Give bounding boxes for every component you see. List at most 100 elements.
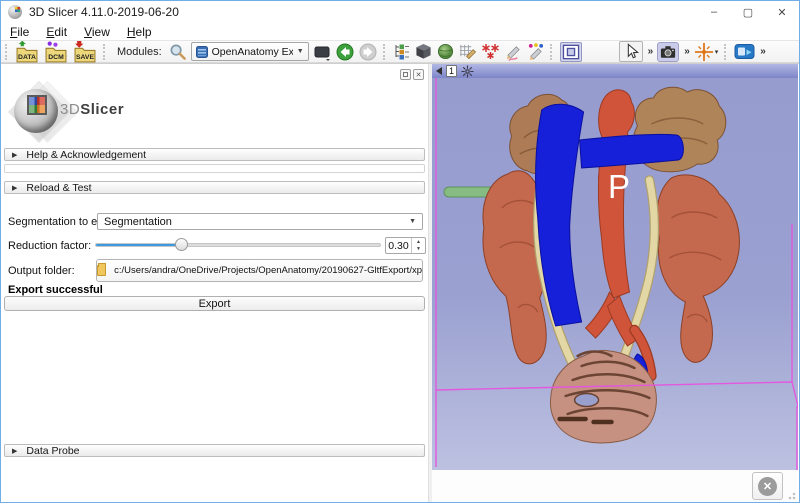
toolbar-grip[interactable] <box>5 43 9 60</box>
slicer-logo-cube <box>27 95 47 115</box>
maximize-button[interactable]: ▢ <box>731 1 765 23</box>
spin-up-button[interactable]: ▲ <box>412 238 425 246</box>
toolbar-grip[interactable] <box>382 43 387 60</box>
module-icon <box>195 45 208 58</box>
reduction-value: 0.30 <box>388 239 409 252</box>
panel-close-icon[interactable]: ✕ <box>413 69 424 80</box>
fiducial-markers-icon[interactable] <box>481 43 500 60</box>
close-button[interactable]: ✕ <box>765 1 799 23</box>
capture-overflow-chevron[interactable]: » <box>760 46 765 57</box>
save-label: SAVE <box>76 53 94 60</box>
view-number-badge: 1 <box>446 65 457 77</box>
menu-help[interactable]: Help <box>127 25 152 39</box>
crop-grid-icon[interactable] <box>459 43 476 60</box>
modules-label: Modules: <box>117 45 162 58</box>
menu-view[interactable]: View <box>84 25 110 39</box>
viewport-3d[interactable]: P <box>432 78 798 471</box>
resize-grip[interactable] <box>786 490 796 500</box>
module-selector-arrow: ▼ <box>296 48 304 55</box>
output-folder-button[interactable]: c:/Users/andra/OneDrive/Projects/OpenAna… <box>96 259 423 282</box>
load-data-button[interactable]: DATA <box>15 40 39 63</box>
spin-view-icon[interactable] <box>461 64 474 78</box>
load-data-label: DATA <box>18 53 36 60</box>
mouse-pointer-icon <box>627 43 639 59</box>
reduction-slider-fill <box>96 244 180 246</box>
chevron-down-icon: ▼ <box>409 218 416 225</box>
view-pin-arrow-icon[interactable] <box>436 67 442 75</box>
screenshot-button[interactable] <box>657 41 680 62</box>
spinbox-arrows: ▲ ▼ <box>411 238 425 253</box>
volume-cube-icon[interactable] <box>415 43 432 60</box>
collapse-arrow-icon: ▶ <box>12 184 18 192</box>
output-folder-label: Output folder: <box>8 265 75 277</box>
data-probe-label: Data Probe <box>26 444 80 457</box>
mouse-pointer-button[interactable] <box>618 41 643 62</box>
module-list-icon[interactable] <box>393 43 410 60</box>
view-3d: 1 P <box>432 64 798 471</box>
data-probe-collapsible[interactable]: ▶ Data Probe <box>4 444 425 457</box>
module-selector[interactable]: OpenAnatomy Export ▼ <box>190 42 309 61</box>
scene-capture-button[interactable] <box>734 42 755 61</box>
panel-header-icons: ✕ <box>400 69 424 80</box>
reduction-slider-track[interactable] <box>95 243 381 247</box>
orientation-label: P <box>608 168 631 205</box>
titlebar: 3D Slicer 4.11.0-2019-06-20 – ▢ ✕ <box>1 1 799 23</box>
load-dicom-button[interactable]: DCM <box>44 41 68 63</box>
slicer-app-icon <box>8 5 22 19</box>
forward-icon[interactable] <box>359 43 377 61</box>
color-pencil-icon[interactable] <box>527 42 544 61</box>
toolbar: DATA DCM SAVE Modules: OpenAnatomy E ▼ »… <box>1 40 799 63</box>
app-window: 3D Slicer 4.11.0-2019-06-20 – ▢ ✕ File E… <box>0 0 800 503</box>
annotation-pencil-icon[interactable] <box>505 43 522 61</box>
collapse-arrow-icon: ▶ <box>12 447 18 455</box>
view-3d-header[interactable]: 1 <box>432 64 798 78</box>
screenshot-overflow-chevron[interactable]: » <box>684 46 689 57</box>
spin-down-button[interactable]: ▼ <box>412 246 425 254</box>
toolbar-grip[interactable] <box>103 43 107 60</box>
notification-close-button[interactable]: ✕ <box>752 472 783 501</box>
layout-button[interactable] <box>559 41 582 62</box>
module-search-icon[interactable] <box>169 43 186 60</box>
minimize-button[interactable]: – <box>697 1 731 23</box>
segment-sphere-icon[interactable] <box>437 43 454 60</box>
help-acknowledgement-collapsible[interactable]: ▶ Help & Acknowledgement <box>4 148 425 161</box>
main-area: ✕ 3DSlicer ▶ Help & Acknowledgement ▶ Re… <box>1 63 799 502</box>
reduction-factor-label: Reduction factor: <box>8 240 92 252</box>
export-button[interactable]: Export <box>4 296 425 311</box>
collapsed-content-strip <box>4 164 425 173</box>
save-button[interactable]: SAVE <box>73 40 97 63</box>
help-acknowledgement-label: Help & Acknowledgement <box>26 148 147 161</box>
close-circle-icon: ✕ <box>758 476 777 496</box>
menu-file[interactable]: File <box>10 25 29 39</box>
back-icon[interactable] <box>336 43 354 61</box>
module-panel: ✕ 3DSlicer ▶ Help & Acknowledgement ▶ Re… <box>1 64 429 502</box>
right-column: 1 P ✕ <box>432 64 798 502</box>
segmentation-combobox-value: Segmentation <box>104 215 172 228</box>
panel-popout-icon[interactable] <box>400 69 411 80</box>
module-selector-value: OpenAnatomy Export <box>211 45 293 58</box>
reload-test-collapsible[interactable]: ▶ Reload & Test <box>4 181 425 194</box>
toolbar-grip[interactable] <box>549 43 554 60</box>
collapse-arrow-icon: ▶ <box>12 151 18 159</box>
crosshair-button[interactable]: ▾ <box>694 42 719 62</box>
module-history-icon[interactable] <box>314 43 331 61</box>
load-dicom-label: DCM <box>48 53 64 60</box>
menubar: File Edit View Help <box>1 23 799 40</box>
export-status-message: Export successful <box>8 284 103 296</box>
crosshair-dropdown-arrow[interactable]: ▾ <box>715 48 719 56</box>
menu-edit[interactable]: Edit <box>46 25 67 39</box>
output-folder-path: c:/Users/andra/OneDrive/Projects/OpenAna… <box>114 265 422 276</box>
layout-icon <box>562 44 579 59</box>
reload-test-label: Reload & Test <box>26 181 92 194</box>
reduction-slider-handle[interactable] <box>175 238 188 251</box>
reduction-spinbox[interactable]: 0.30 ▲ ▼ <box>385 237 426 254</box>
pointer-overflow-chevron[interactable]: » <box>648 46 653 57</box>
folder-icon <box>97 263 107 276</box>
slicer-logo: 3DSlicer <box>7 80 167 148</box>
scene-capture-icon <box>734 44 755 59</box>
slicer-logo-text: 3DSlicer <box>60 101 125 118</box>
window-title: 3D Slicer 4.11.0-2019-06-20 <box>29 5 179 19</box>
window-controls: – ▢ ✕ <box>697 1 799 23</box>
toolbar-grip[interactable] <box>724 43 728 60</box>
segmentation-combobox[interactable]: Segmentation ▼ <box>97 213 423 230</box>
